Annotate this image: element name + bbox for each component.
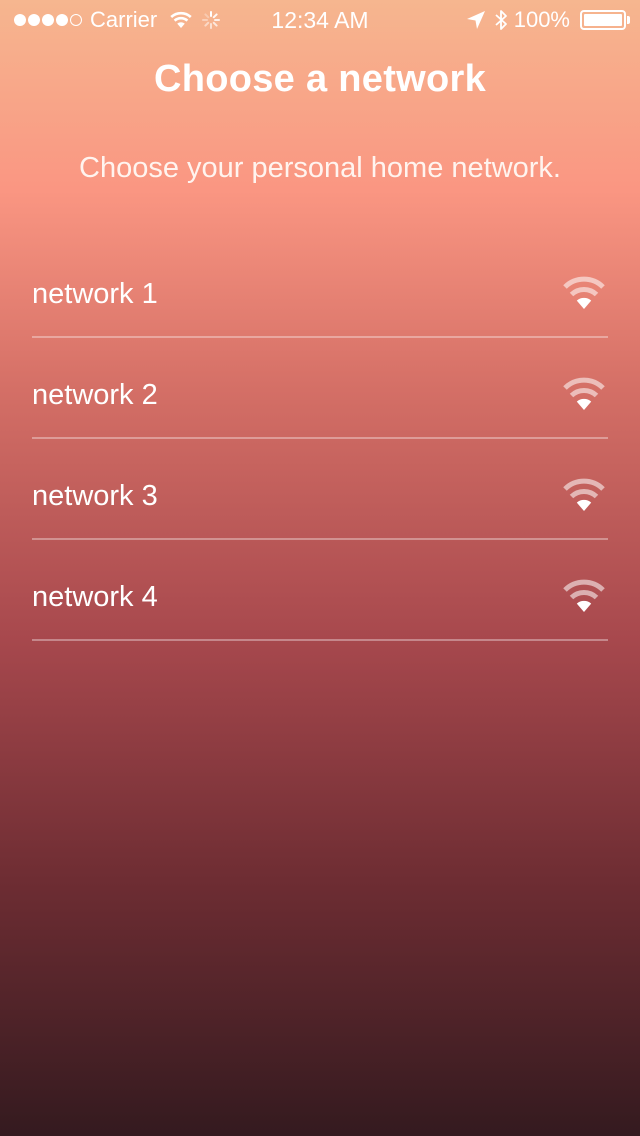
wifi-icon (563, 377, 605, 410)
wifi-icon (563, 579, 605, 612)
network-row-3[interactable]: network 3 (32, 439, 608, 540)
battery-icon (580, 10, 630, 30)
battery-cap (627, 16, 630, 24)
battery-fill (584, 14, 622, 26)
battery-percentage: 100% (513, 7, 570, 32)
wifi-icon (563, 478, 605, 511)
location-arrow-icon (466, 10, 486, 30)
battery-body (580, 10, 626, 30)
network-row-4[interactable]: network 4 (32, 540, 608, 641)
status-bar: Carrier 12:34 AM 100% (0, 0, 640, 40)
network-row-1[interactable]: network 1 (32, 237, 608, 338)
network-name: network 3 (32, 480, 158, 512)
status-right: 100% (466, 0, 630, 40)
network-list: network 1 network 2 network 3 network 4 (32, 237, 608, 641)
wifi-icon (563, 276, 605, 309)
page-subtitle: Choose your personal home network. (79, 152, 561, 184)
network-name: network 1 (32, 278, 158, 310)
network-name: network 4 (32, 581, 158, 613)
screen: Carrier 12:34 AM 100% Choose a network C… (0, 0, 640, 1136)
page-title: Choose a network (153, 58, 487, 100)
network-row-2[interactable]: network 2 (32, 338, 608, 439)
network-name: network 2 (32, 379, 158, 411)
bluetooth-icon (494, 8, 508, 32)
